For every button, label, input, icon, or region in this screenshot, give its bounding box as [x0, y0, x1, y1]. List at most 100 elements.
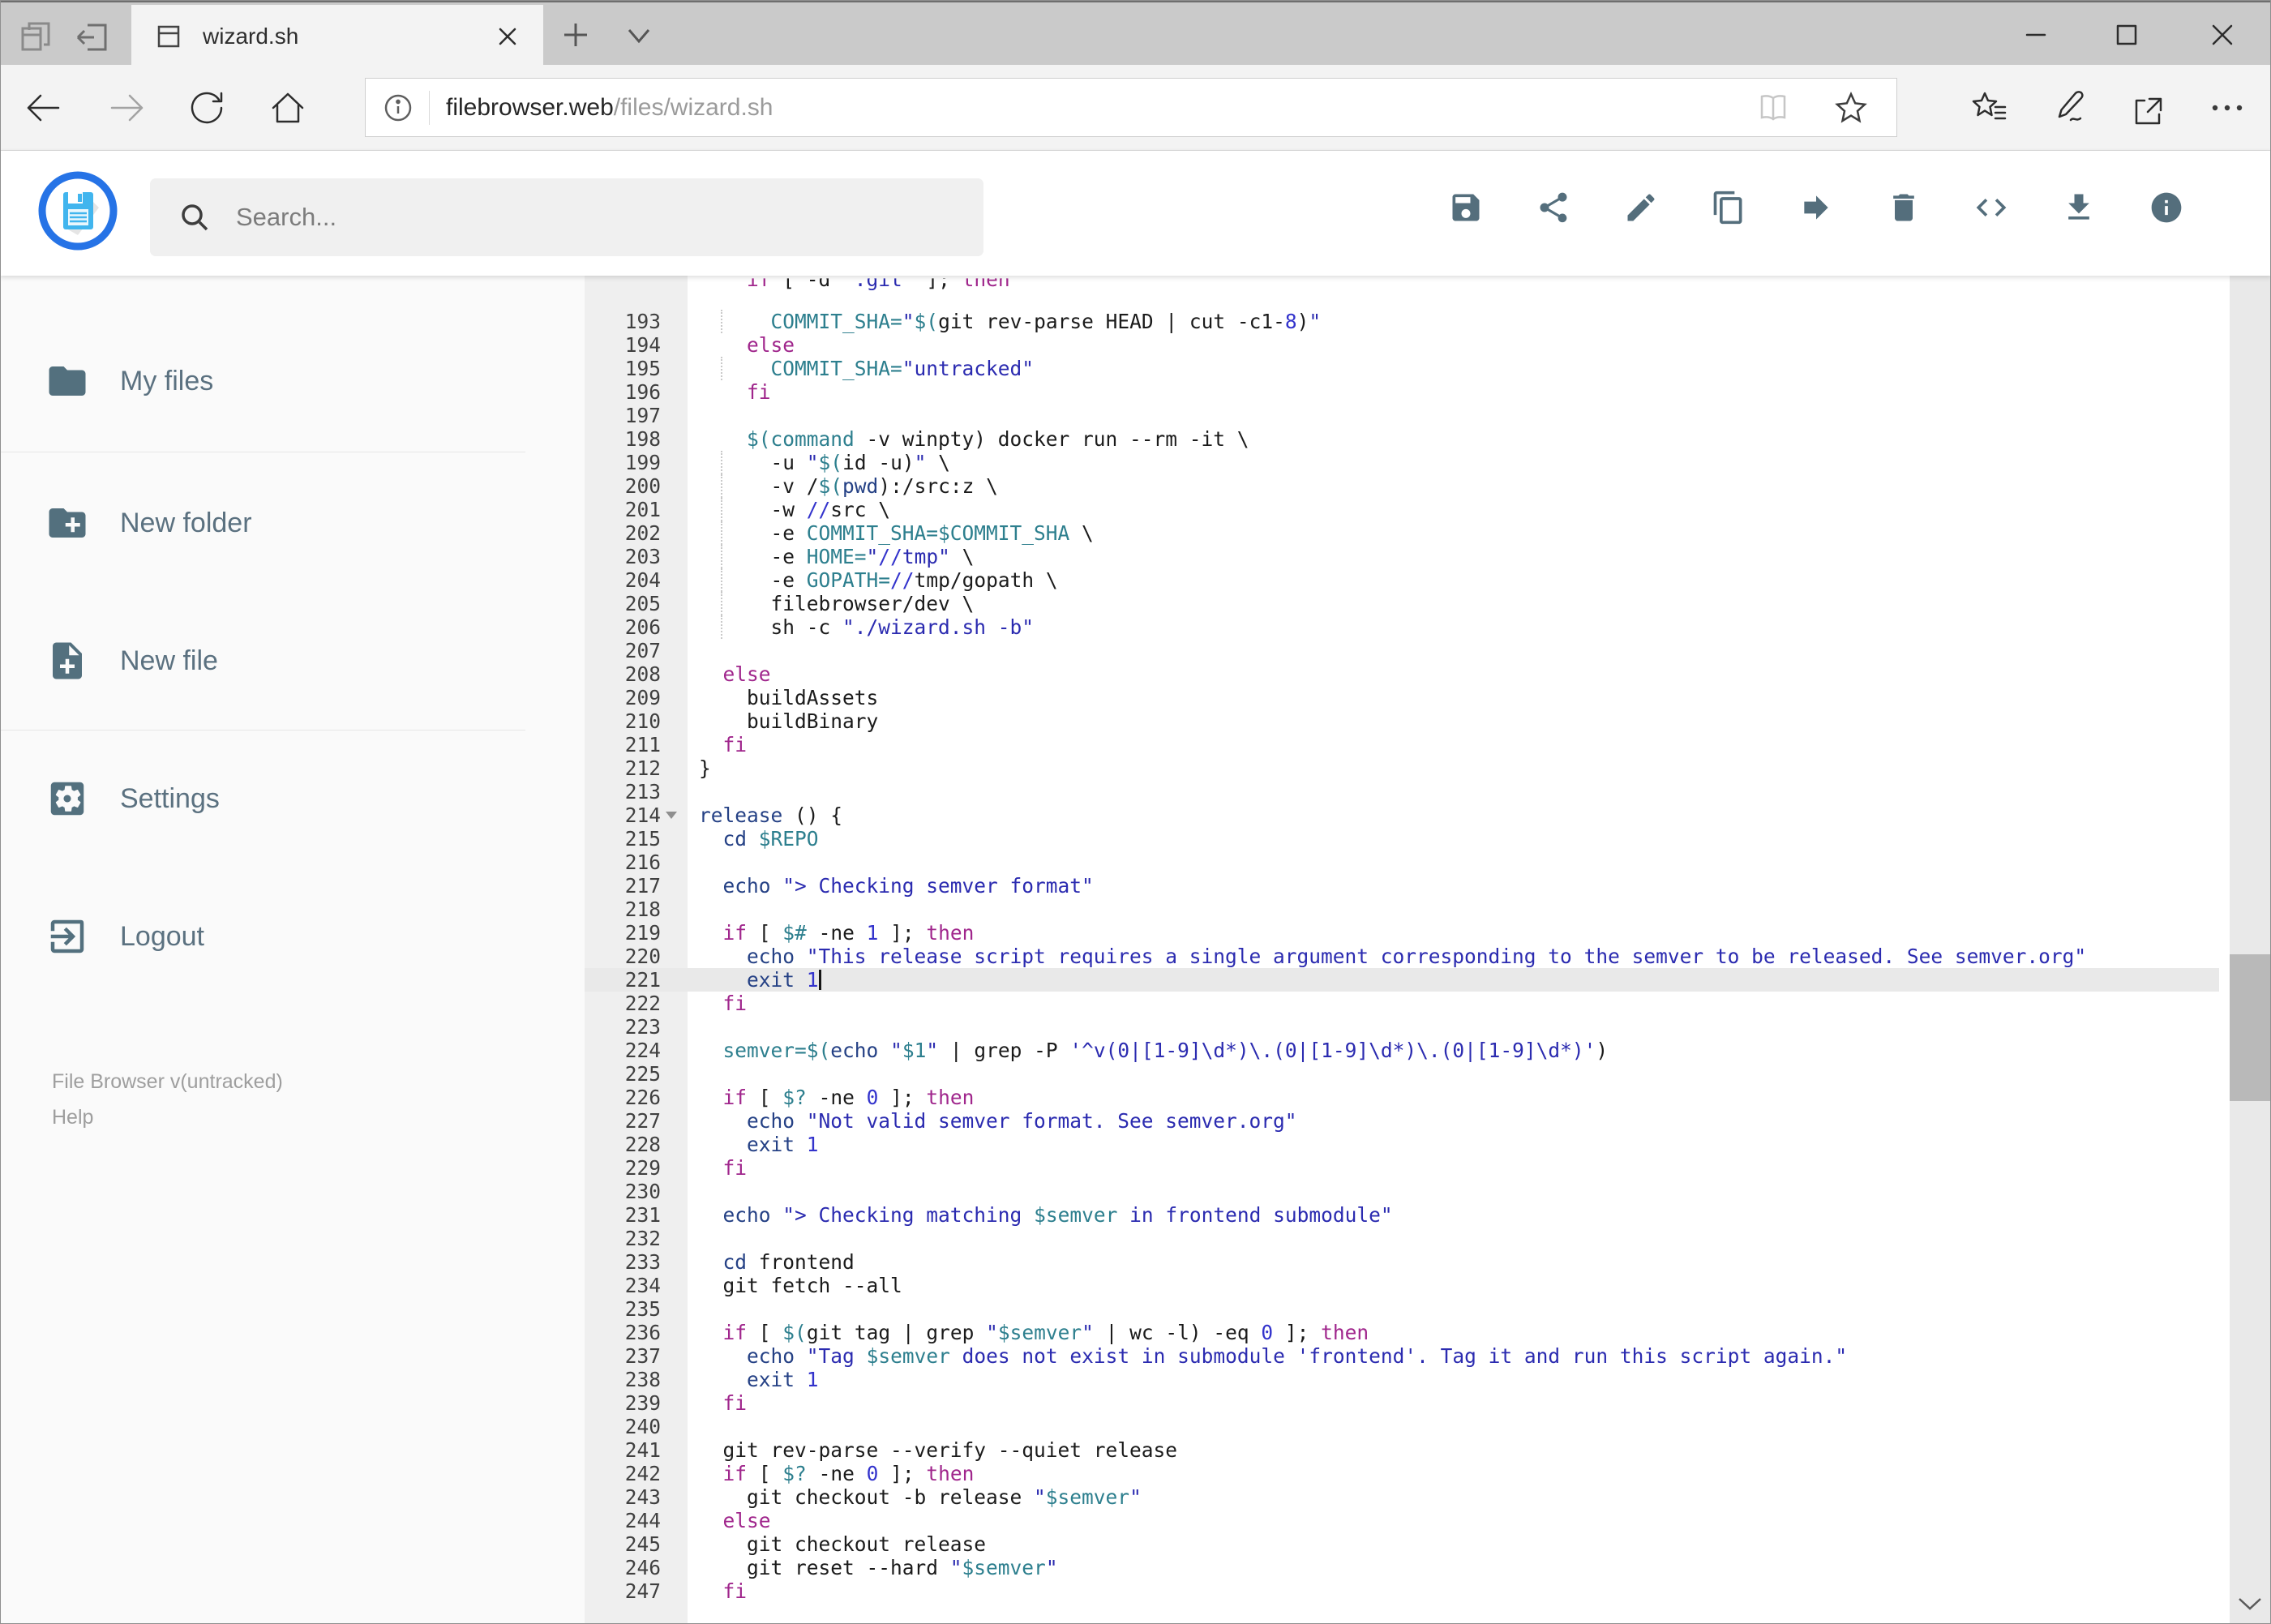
set-tabs-aside-icon[interactable] — [75, 19, 110, 54]
code-line[interactable]: 205 filebrowser/dev \ — [585, 592, 2219, 615]
tab-close-icon[interactable] — [493, 22, 522, 51]
code-line[interactable]: 214 release () { — [585, 803, 2219, 827]
search-bar[interactable] — [150, 178, 983, 256]
hub-favorites-icon[interactable] — [1969, 88, 2009, 128]
sidebar-item-logout[interactable]: Logout — [45, 912, 204, 961]
code-line[interactable]: 209 buildAssets — [585, 686, 2219, 709]
code-line[interactable]: 231 echo "> Checking matching $semver in… — [585, 1203, 2219, 1227]
code-line[interactable]: 210 buildBinary — [585, 709, 2219, 733]
sidebar-item-new-file[interactable]: New file — [45, 636, 218, 685]
code-line[interactable]: 206 sh -c "./wizard.sh -b" — [585, 615, 2219, 639]
back-icon[interactable] — [23, 88, 63, 128]
minimize-button[interactable] — [2007, 15, 2064, 54]
favorite-star-icon[interactable] — [1833, 90, 1869, 126]
search-input[interactable] — [234, 202, 886, 233]
code-line[interactable]: 224 semver=$(echo "$1" | grep -P '^v(0|[… — [585, 1039, 2219, 1062]
code-line[interactable]: 225 — [585, 1062, 2219, 1086]
fold-marker-icon[interactable] — [666, 812, 677, 819]
maximize-button[interactable] — [2098, 15, 2155, 54]
code-line[interactable]: 241 git rev-parse --verify --quiet relea… — [585, 1438, 2219, 1462]
scroll-down-icon[interactable] — [2236, 1595, 2264, 1613]
code-line[interactable]: 226 if [ $? -ne 0 ]; then — [585, 1086, 2219, 1109]
code-line[interactable]: 194 else — [585, 333, 2219, 357]
share-button[interactable] — [1536, 190, 1571, 225]
code-line[interactable]: 217 echo "> Checking semver format" — [585, 874, 2219, 898]
copy-button[interactable] — [1711, 190, 1746, 225]
code-line[interactable]: 221 exit 1 — [585, 968, 2219, 992]
code-line[interactable]: 247 fi — [585, 1579, 2219, 1603]
code-line[interactable]: 195 COMMIT_SHA="untracked" — [585, 357, 2219, 380]
delete-button[interactable] — [1886, 190, 1922, 225]
code-line[interactable]: 237 echo "Tag $semver does not exist in … — [585, 1344, 2219, 1368]
code-line[interactable]: 220 echo "This release script requires a… — [585, 945, 2219, 968]
scrollbar-thumb[interactable] — [2230, 954, 2271, 1101]
site-info-icon[interactable] — [382, 92, 414, 124]
tab-list-chevron-icon[interactable] — [623, 24, 655, 48]
code-line[interactable]: 215 cd $REPO — [585, 827, 2219, 851]
code-line[interactable]: 239 fi — [585, 1391, 2219, 1415]
code-line[interactable]: 240 — [585, 1415, 2219, 1438]
code-line[interactable]: 197 — [585, 404, 2219, 427]
code-line[interactable]: 204 -e GOPATH=//tmp/gopath \ — [585, 568, 2219, 592]
code-view-button[interactable] — [1973, 190, 2009, 225]
code-line[interactable]: 238 exit 1 — [585, 1368, 2219, 1391]
code-line[interactable]: 235 — [585, 1297, 2219, 1321]
close-window-button[interactable] — [2194, 15, 2251, 54]
code-line[interactable]: 196 fi — [585, 380, 2219, 404]
code-line[interactable]: 198 $(command -v winpty) docker run --rm… — [585, 427, 2219, 451]
code-line[interactable]: 230 — [585, 1180, 2219, 1203]
code-line[interactable]: 213 — [585, 780, 2219, 803]
code-line[interactable]: 218 — [585, 898, 2219, 921]
code-line[interactable]: 207 — [585, 639, 2219, 662]
code-line[interactable]: 201 -w //src \ — [585, 498, 2219, 521]
code-line[interactable]: 208 else — [585, 662, 2219, 686]
edit-button[interactable] — [1623, 190, 1659, 225]
tab-preview-icon[interactable] — [18, 19, 54, 54]
code-line[interactable]: 233 cd frontend — [585, 1250, 2219, 1274]
code-line[interactable]: 245 git checkout release — [585, 1532, 2219, 1556]
code-line[interactable]: 232 — [585, 1227, 2219, 1250]
code-line[interactable]: 227 echo "Not valid semver format. See s… — [585, 1109, 2219, 1133]
code-line[interactable]: if [ -d ".git" ]; then — [585, 278, 2219, 291]
code-line[interactable]: 236 if [ $(git tag | grep "$semver" | wc… — [585, 1321, 2219, 1344]
code-line[interactable]: 223 — [585, 1015, 2219, 1039]
code-line[interactable]: 211 fi — [585, 733, 2219, 756]
forward-icon[interactable] — [107, 88, 148, 128]
code-line[interactable]: 203 -e HOME="//tmp" \ — [585, 545, 2219, 568]
new-tab-button[interactable] — [558, 17, 593, 53]
help-link[interactable]: Help — [52, 1106, 93, 1129]
filebrowser-logo[interactable] — [37, 170, 118, 251]
code-line[interactable]: 200 -v /$(pwd):/src:z \ — [585, 474, 2219, 498]
code-line[interactable]: 216 — [585, 851, 2219, 874]
page-scrollbar[interactable] — [2230, 152, 2271, 1624]
code-line[interactable]: 229 fi — [585, 1156, 2219, 1180]
code-line[interactable]: 234 git fetch --all — [585, 1274, 2219, 1297]
refresh-icon[interactable] — [186, 88, 227, 128]
code-line[interactable]: 219 if [ $# -ne 1 ]; then — [585, 921, 2219, 945]
move-button[interactable] — [1798, 190, 1834, 225]
code-line[interactable]: 222 fi — [585, 992, 2219, 1015]
code-line[interactable]: 228 exit 1 — [585, 1133, 2219, 1156]
code-line[interactable]: 246 git reset --hard "$semver" — [585, 1556, 2219, 1579]
sidebar-item-settings[interactable]: Settings — [45, 774, 220, 823]
sidebar-item-my-files[interactable]: My files — [45, 357, 213, 405]
more-ellipsis-icon[interactable] — [2207, 88, 2247, 128]
browser-tab[interactable]: wizard.sh — [131, 5, 543, 67]
code-line[interactable]: 242 if [ $? -ne 0 ]; then — [585, 1462, 2219, 1485]
home-icon[interactable] — [268, 88, 308, 128]
code-line[interactable]: 244 else — [585, 1509, 2219, 1532]
download-button[interactable] — [2061, 190, 2097, 225]
share-icon[interactable] — [2128, 88, 2169, 128]
code-editor[interactable]: if [ -d ".git" ]; then 193 COMMIT_SHA="$(… — [585, 276, 2230, 1624]
url-bar[interactable]: filebrowser.web/files/wizard.sh — [365, 78, 1897, 137]
code-line[interactable]: 243 git checkout -b release "$semver" — [585, 1485, 2219, 1509]
code-line[interactable]: 199 -u "$(id -u)" \ — [585, 451, 2219, 474]
save-button[interactable] — [1448, 190, 1484, 225]
web-notes-pen-icon[interactable] — [2050, 88, 2090, 128]
code-line[interactable]: 202 -e COMMIT_SHA=$COMMIT_SHA \ — [585, 521, 2219, 545]
info-button[interactable] — [2149, 190, 2184, 225]
url-text[interactable]: filebrowser.web/files/wizard.sh — [446, 94, 1755, 122]
code-line[interactable]: 212} — [585, 756, 2219, 780]
code-line[interactable]: 193 COMMIT_SHA="$(git rev-parse HEAD | c… — [585, 310, 2219, 333]
sidebar-item-new-folder[interactable]: New folder — [45, 499, 252, 547]
